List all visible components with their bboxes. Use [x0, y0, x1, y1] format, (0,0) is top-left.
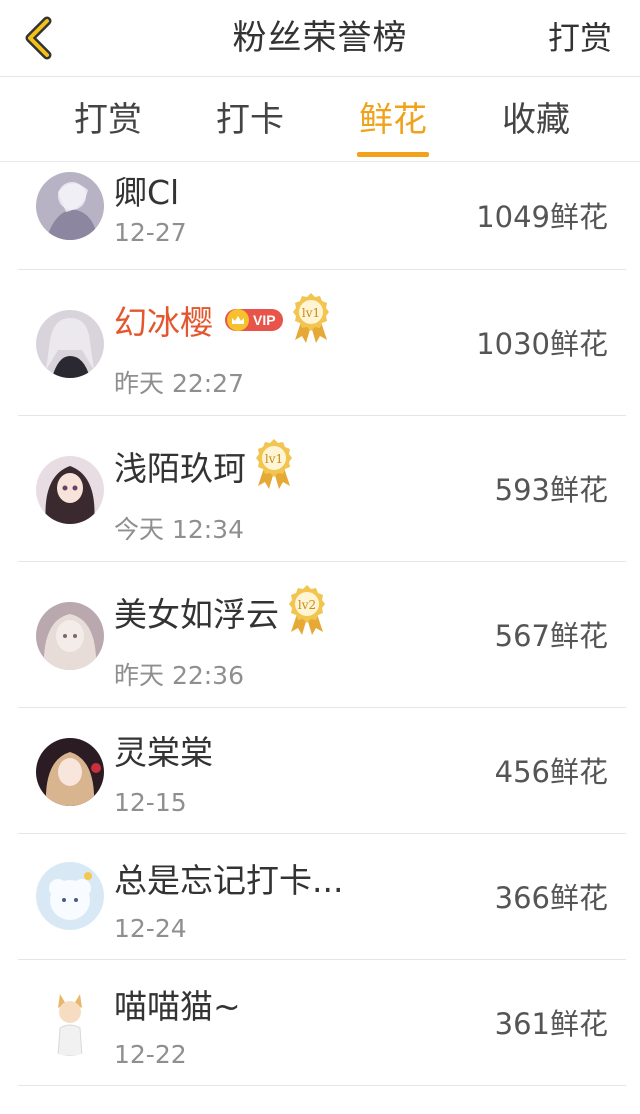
user-name[interactable]: 喵喵猫~	[114, 980, 241, 1028]
avatar[interactable]	[36, 602, 104, 670]
user-name[interactable]: 美女如浮云	[114, 588, 279, 636]
flower-count: 1049鲜花	[476, 200, 608, 234]
fan-honor-page: 粉丝荣誉榜 打赏 打赏 打卡 鲜花 收藏 卿Cl 12-27 1049鲜花 幻冰…	[0, 0, 640, 1114]
tab-label: 收藏	[502, 100, 570, 140]
tab-label: 打赏	[74, 100, 142, 140]
tab-reward[interactable]: 打赏	[72, 77, 144, 161]
name-line: 浅陌玖珂 lv1	[114, 439, 294, 490]
avatar[interactable]	[36, 738, 104, 806]
avatar[interactable]	[36, 988, 104, 1056]
vip-label: VIP	[253, 312, 276, 328]
tab-label: 鲜花	[359, 100, 427, 140]
name-line: 卿Cl	[114, 166, 179, 214]
list-item[interactable]: 喵喵猫~ 12-22 361鲜花	[0, 960, 640, 1086]
reward-button[interactable]: 打赏	[548, 0, 612, 76]
level-medal-icon: lv2	[287, 584, 327, 640]
active-tab-indicator	[357, 152, 429, 157]
list-item[interactable]: 美女如浮云 lv2 昨天 22:36 567鲜花	[0, 562, 640, 708]
list-item[interactable]: 卿Cl 12-27 1049鲜花	[0, 162, 640, 270]
list-item[interactable]: 浅陌玖珂 lv1 今天 12:34 593鲜花	[0, 416, 640, 562]
level-medal-icon: lv1	[254, 438, 294, 494]
crown-icon	[227, 309, 249, 331]
vip-badge: VIP	[225, 309, 283, 331]
flower-count: 456鲜花	[494, 755, 608, 789]
page-title: 粉丝荣誉榜	[232, 18, 408, 58]
avatar[interactable]	[36, 456, 104, 524]
user-name[interactable]: 卿Cl	[114, 166, 179, 214]
avatar[interactable]	[36, 310, 104, 378]
name-line: 幻冰樱 VIP lv1	[114, 293, 331, 344]
top-bar: 粉丝荣誉榜 打赏	[0, 0, 640, 77]
tab-favorites[interactable]: 收藏	[500, 77, 572, 161]
level-text: lv2	[298, 598, 316, 612]
tab-label: 打卡	[216, 100, 284, 140]
timestamp: 12-27	[114, 218, 187, 247]
timestamp: 12-24	[114, 914, 187, 943]
tab-bar: 打赏 打卡 鲜花 收藏	[0, 77, 640, 162]
timestamp: 昨天 22:36	[114, 661, 244, 690]
flower-count: 567鲜花	[494, 619, 608, 653]
user-name[interactable]: 浅陌玖珂	[114, 442, 246, 490]
tab-flowers[interactable]: 鲜花	[357, 77, 429, 161]
timestamp: 昨天 22:27	[114, 369, 244, 398]
name-line: 喵喵猫~	[114, 980, 241, 1028]
flower-count: 593鲜花	[494, 473, 608, 507]
name-line: 美女如浮云 lv2	[114, 585, 327, 636]
user-name[interactable]: 灵棠棠	[114, 726, 213, 774]
timestamp: 今天 12:34	[114, 515, 244, 544]
fan-ranking-list: 卿Cl 12-27 1049鲜花 幻冰樱 VIP lv1 昨天 22:27 10…	[0, 162, 640, 1086]
timestamp: 12-22	[114, 1040, 187, 1069]
user-name[interactable]: 幻冰樱	[114, 296, 213, 344]
flower-count: 366鲜花	[494, 881, 608, 915]
name-line: 总是忘记打卡...	[114, 854, 343, 902]
avatar[interactable]	[36, 172, 104, 240]
user-name[interactable]: 总是忘记打卡...	[114, 854, 343, 902]
list-item[interactable]: 灵棠棠 12-15 456鲜花	[0, 708, 640, 834]
level-text: lv1	[301, 306, 319, 320]
tab-checkin[interactable]: 打卡	[214, 77, 286, 161]
timestamp: 12-15	[114, 788, 187, 817]
level-text: lv1	[265, 452, 283, 466]
flower-count: 361鲜花	[494, 1007, 608, 1041]
name-line: 灵棠棠	[114, 726, 213, 774]
list-item[interactable]: 幻冰樱 VIP lv1 昨天 22:27 1030鲜花	[0, 270, 640, 416]
list-item[interactable]: 总是忘记打卡... 12-24 366鲜花	[0, 834, 640, 960]
flower-count: 1030鲜花	[476, 327, 608, 361]
level-medal-icon: lv1	[291, 292, 331, 348]
avatar[interactable]	[36, 862, 104, 930]
